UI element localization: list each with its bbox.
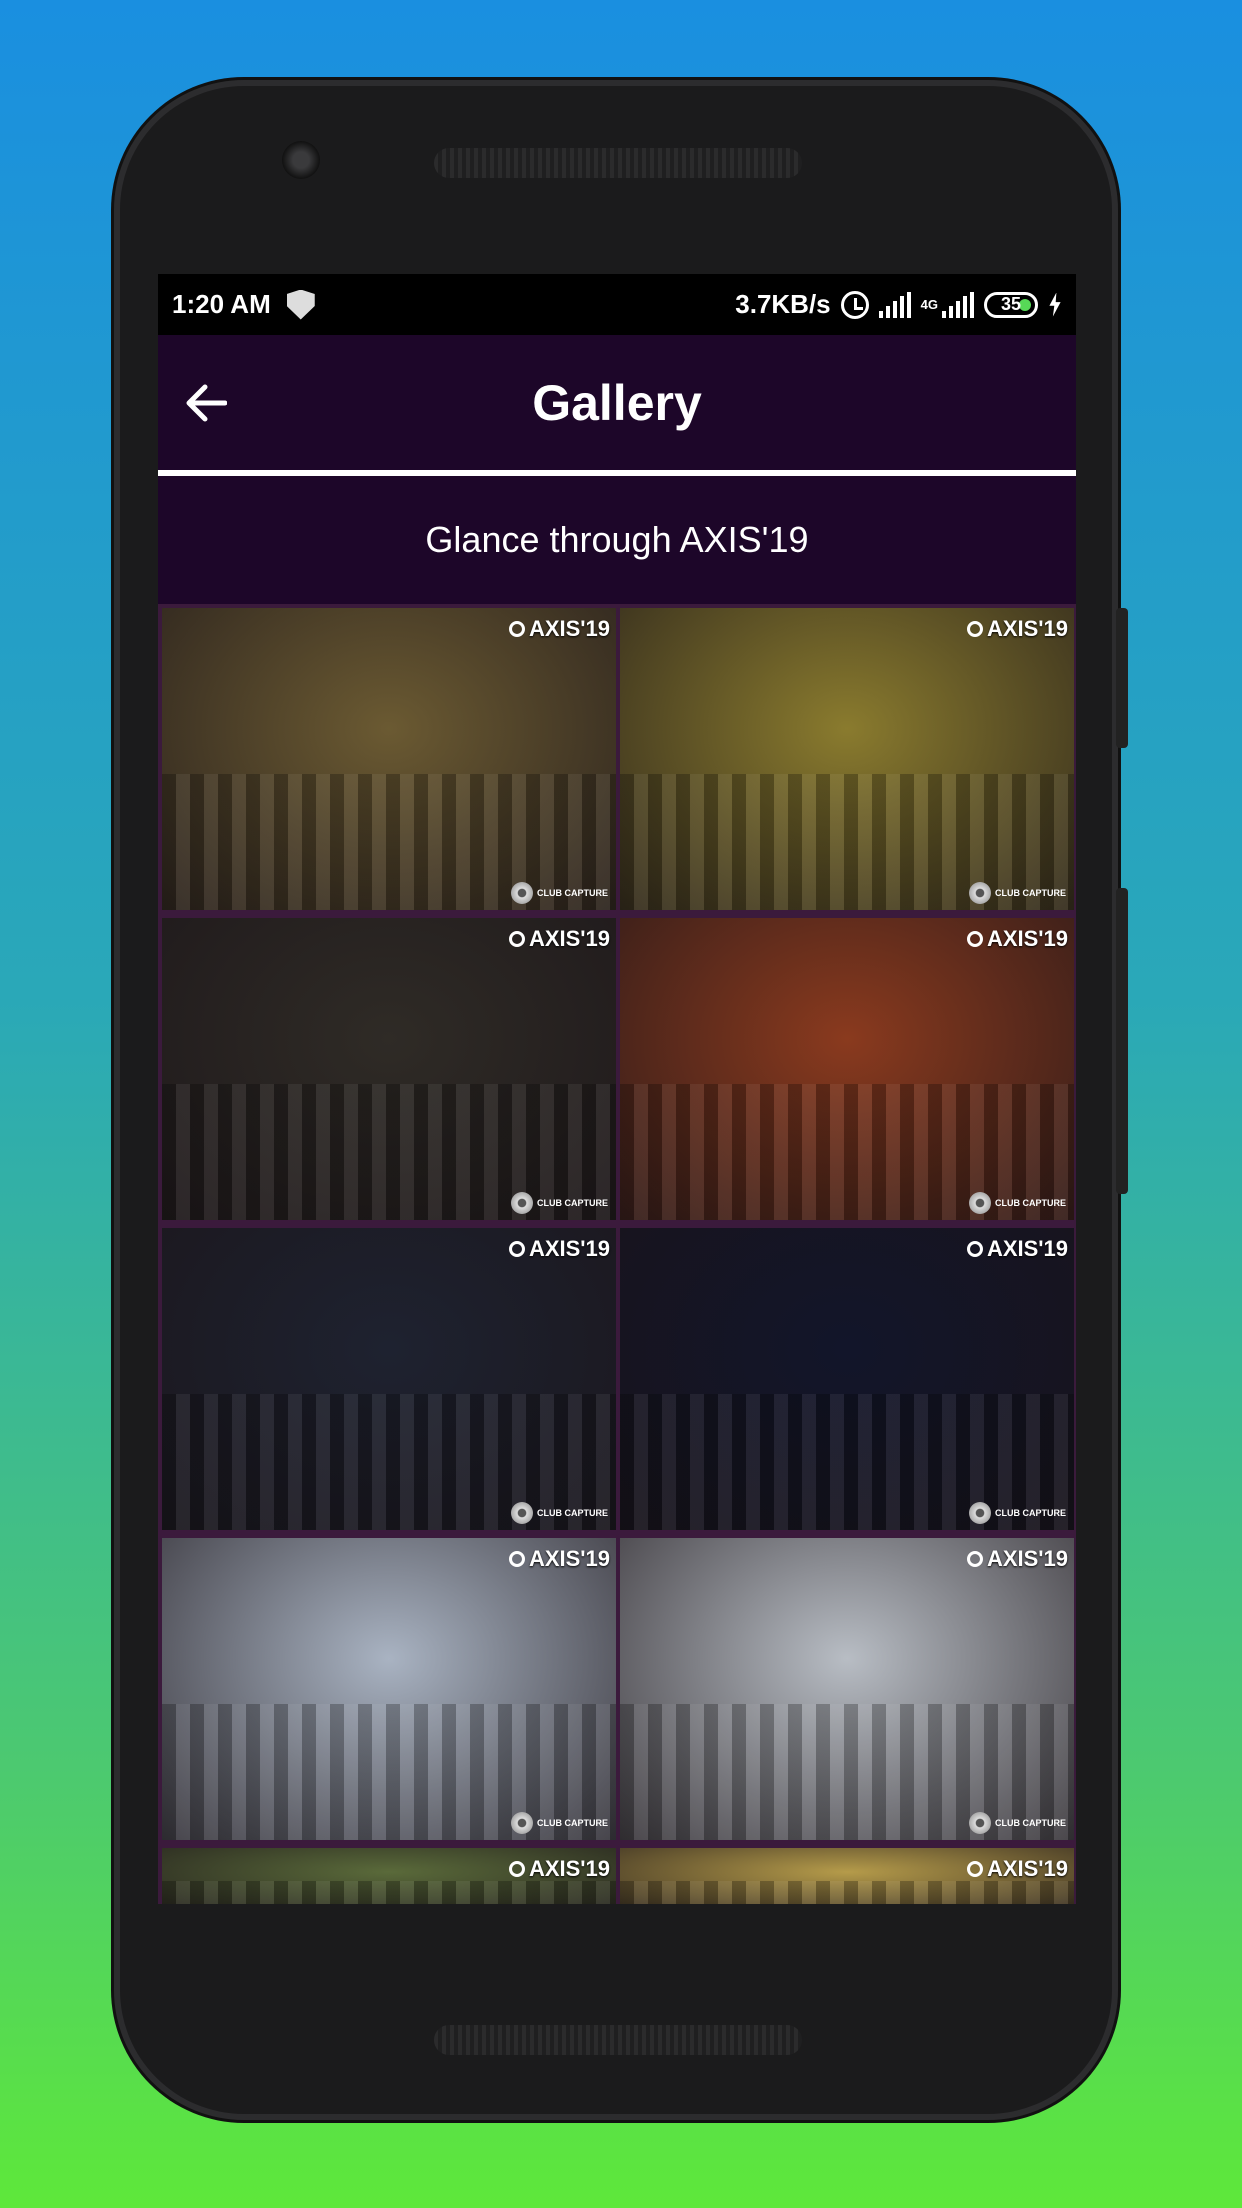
photo-students-project[interactable]: AXIS'19 CLUB CAPTURE (162, 1538, 616, 1840)
axis-logo-icon (508, 621, 525, 637)
watermark-text: AXIS'19 (528, 1236, 610, 1261)
club-capture-credit: CLUB CAPTURE (969, 1502, 1066, 1524)
camera-lens-icon (511, 1812, 533, 1834)
credit-text: CLUB CAPTURE (995, 1197, 1066, 1208)
axis-logo-icon (508, 1551, 525, 1567)
camera-lens-icon (511, 882, 533, 904)
axis-logo-icon (966, 1241, 983, 1257)
credit-text: CLUB CAPTURE (995, 887, 1066, 898)
back-button[interactable] (180, 378, 230, 428)
camera-lens-icon (511, 1192, 533, 1214)
watermark-text: AXIS'19 (986, 616, 1068, 641)
credit-text: CLUB CAPTURE (537, 1197, 608, 1208)
battery-icon: 35 (984, 291, 1038, 318)
photo-hall-ceiling[interactable]: AXIS'19 (620, 1848, 1074, 1904)
watermark-text: AXIS'19 (528, 616, 610, 641)
power-button (1116, 608, 1128, 748)
axis-watermark: AXIS'19 (508, 926, 610, 952)
watermark-text: AXIS'19 (528, 1856, 610, 1881)
watermark-text: AXIS'19 (986, 926, 1068, 951)
axis-watermark: AXIS'19 (508, 1236, 610, 1262)
page-title: Gallery (532, 374, 702, 431)
axis-logo-icon (966, 1861, 983, 1877)
app-bar: Gallery (158, 335, 1076, 476)
axis-logo-icon (508, 1241, 525, 1257)
earpiece-speaker (434, 148, 802, 178)
arrow-left-icon (186, 384, 227, 421)
signal-icon (878, 291, 911, 318)
charging-icon (1049, 292, 1061, 317)
club-capture-credit: CLUB CAPTURE (969, 1812, 1066, 1834)
watermark-text: AXIS'19 (986, 1856, 1068, 1881)
watermark-text: AXIS'19 (986, 1546, 1068, 1571)
credit-text: CLUB CAPTURE (537, 1507, 608, 1518)
axis-watermark: AXIS'19 (508, 616, 610, 642)
status-time: 1:20 AM (172, 289, 271, 319)
shield-icon (286, 289, 315, 320)
camera-lens-icon (969, 882, 991, 904)
photo-guest-lecture[interactable]: AXIS'19 CLUB CAPTURE (620, 918, 1074, 1220)
network-type: 4G (920, 297, 938, 312)
camera-lens-icon (511, 1502, 533, 1524)
axis-logo-icon (508, 931, 525, 947)
network-speed: 3.7KB/s (735, 289, 831, 319)
axis-logo-icon (966, 621, 983, 637)
axis-watermark: AXIS'19 (508, 1856, 610, 1882)
battery-level: 35 (1000, 294, 1022, 314)
axis-watermark: AXIS'19 (966, 926, 1068, 952)
photo-night-group-photo[interactable]: AXIS'19 CLUB CAPTURE (162, 1228, 616, 1530)
club-capture-credit: CLUB CAPTURE (969, 882, 1066, 904)
axis-watermark: AXIS'19 (966, 1546, 1068, 1572)
alarm-icon (840, 290, 869, 319)
photo-robot-exhibition[interactable]: AXIS'19 CLUB CAPTURE (620, 1538, 1074, 1840)
axis-logo-icon (966, 931, 983, 947)
photo-grid: AXIS'19 CLUB CAPTURE AXIS'19 CLUB CAPTURE AX… (158, 604, 1076, 1904)
photo-content (620, 1881, 1074, 1904)
credit-text: CLUB CAPTURE (537, 887, 608, 898)
camera-lens-icon (969, 1812, 991, 1834)
gallery-subtitle: Glance through AXIS'19 (158, 476, 1076, 604)
axis-watermark: AXIS'19 (508, 1546, 610, 1572)
watermark-text: AXIS'19 (986, 1236, 1068, 1261)
volume-button (1116, 888, 1128, 1194)
axis-watermark: AXIS'19 (966, 616, 1068, 642)
axis-watermark: AXIS'19 (966, 1236, 1068, 1262)
credit-text: CLUB CAPTURE (537, 1817, 608, 1828)
club-capture-credit: CLUB CAPTURE (969, 1192, 1066, 1214)
axis-watermark: AXIS'19 (966, 1856, 1068, 1882)
axis-logo-icon (508, 1861, 525, 1877)
club-capture-credit: CLUB CAPTURE (511, 1502, 608, 1524)
front-camera (282, 141, 320, 179)
watermark-text: AXIS'19 (528, 1546, 610, 1571)
credit-text: CLUB CAPTURE (995, 1817, 1066, 1828)
watermark-text: AXIS'19 (528, 926, 610, 951)
photo-drum-kit-stage[interactable]: AXIS'19 CLUB CAPTURE (620, 1228, 1074, 1530)
camera-lens-icon (969, 1192, 991, 1214)
signal-icon-2 (942, 291, 974, 318)
photo-graffiti-banner[interactable]: AXIS'19 (162, 1848, 616, 1904)
club-capture-credit: CLUB CAPTURE (511, 1192, 608, 1214)
club-capture-credit: CLUB CAPTURE (511, 1812, 608, 1834)
axis-logo-icon (966, 1551, 983, 1567)
photo-content (162, 1881, 616, 1904)
bottom-speaker (434, 2025, 802, 2055)
camera-lens-icon (969, 1502, 991, 1524)
status-bar: 1:20 AM 3.7KB/s 4G 35 (158, 274, 1076, 335)
credit-text: CLUB CAPTURE (995, 1507, 1066, 1518)
photo-robotics-arena[interactable]: AXIS'19 CLUB CAPTURE (620, 608, 1074, 910)
screen: 1:20 AM 3.7KB/s 4G 35 Gallery Glance thr… (158, 274, 1076, 1904)
club-capture-credit: CLUB CAPTURE (511, 882, 608, 904)
photo-auditorium-event[interactable]: AXIS'19 CLUB CAPTURE (162, 608, 616, 910)
photo-mun-delegates[interactable]: AXIS'19 CLUB CAPTURE (162, 918, 616, 1220)
